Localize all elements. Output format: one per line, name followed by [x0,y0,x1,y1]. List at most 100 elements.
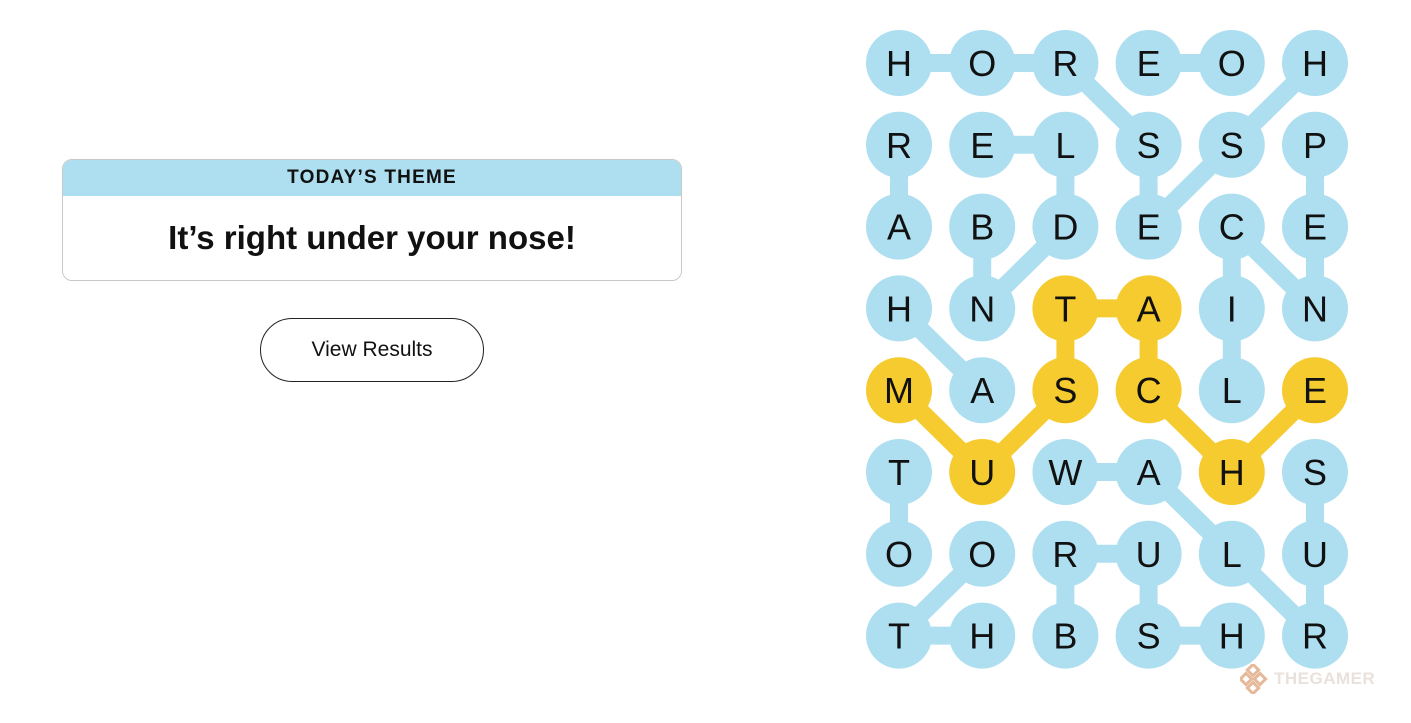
letter-cell[interactable]: N [1282,275,1348,342]
letter-cell[interactable]: H [866,275,932,342]
letter-cell[interactable]: A [1115,439,1182,505]
letter-cell-text: H [1219,452,1245,493]
letter-cell-text: O [968,534,996,575]
letter-cell[interactable]: C [1198,193,1265,260]
letter-cell[interactable]: M [866,357,932,424]
letter-cell-text: E [970,125,994,166]
letter-cell[interactable]: R [1032,30,1099,96]
letter-cell-text: P [1303,125,1327,166]
letter-cell[interactable]: S [1115,111,1182,178]
letter-cell-text: M [884,370,914,411]
letter-cell-text: H [886,43,912,84]
letter-cell-text: A [887,207,911,248]
letter-cell-text: E [1137,43,1161,84]
word-board: H O R E O HR E L S S PA B D E C EH N T A I NM A S C L ET U W A H SO O R U… [866,30,1348,669]
letter-cell[interactable]: U [949,439,1016,505]
letter-cell[interactable]: A [1115,275,1182,342]
letter-cell[interactable]: B [949,193,1016,260]
letter-cell-text: R [1052,43,1078,84]
letter-cell-text: S [1137,125,1161,166]
letter-cell[interactable]: L [1032,111,1099,178]
letter-cell[interactable]: H [1198,602,1265,669]
letter-cell-text: W [1048,452,1082,493]
letter-cell[interactable]: A [949,357,1016,424]
letter-cell[interactable]: N [949,275,1016,342]
letter-cell-text: U [1302,534,1328,575]
letter-cell-text: L [1222,370,1242,411]
letter-cell-text: A [1137,452,1161,493]
letter-cell-text: N [1302,288,1328,329]
letter-cell[interactable]: I [1198,275,1265,342]
letter-cell-text: L [1055,125,1075,166]
letter-cell[interactable]: D [1032,193,1099,260]
letter-cell-text: R [1302,616,1328,657]
letter-cell-text: N [969,288,995,329]
letter-cell[interactable]: E [1115,193,1182,260]
letter-cell-text: O [1218,43,1246,84]
letter-cell-text: E [1303,207,1327,248]
thegamer-logo-icon [1240,664,1268,694]
letter-cell-text: U [969,452,995,493]
letter-cell[interactable]: R [1282,602,1348,669]
letter-cell-text: H [886,288,912,329]
watermark: THEGAMER [1240,664,1375,694]
letter-cell[interactable]: W [1032,439,1099,505]
letter-cell[interactable]: O [949,30,1016,96]
letter-cell-text: B [1053,616,1077,657]
letter-cell-text: C [1136,370,1162,411]
letter-cell-text: B [970,207,994,248]
letter-cell[interactable]: S [1032,357,1099,424]
letter-cell-text: H [1219,616,1245,657]
letter-cell-text: I [1227,288,1237,329]
letter-cell[interactable]: O [949,520,1016,587]
letter-cell-text: R [1052,534,1078,575]
letter-cell-text: E [1137,207,1161,248]
letter-cell-text: R [886,125,912,166]
watermark-text: THEGAMER [1274,669,1376,688]
letter-cell-text: L [1222,534,1242,575]
letter-cell-text: T [888,452,910,493]
letter-cell-text: O [885,534,913,575]
letter-cell[interactable]: S [1282,439,1348,505]
letter-cell[interactable]: S [1115,602,1182,669]
letter-cell-text: T [888,616,910,657]
letter-cell[interactable]: E [1282,193,1348,260]
letter-cell[interactable]: U [1282,520,1348,587]
letter-cell[interactable]: L [1198,520,1265,587]
letter-cell[interactable]: A [866,193,932,260]
letter-cell[interactable]: P [1282,111,1348,178]
letter-cell-text: O [968,43,996,84]
letter-cell-text: S [1137,616,1161,657]
letter-cell[interactable]: H [949,602,1016,669]
letter-cell[interactable]: R [866,111,932,178]
letter-cell-text: S [1220,125,1244,166]
letter-cell-text: H [969,616,995,657]
letter-cell-text: D [1052,207,1078,248]
letter-cell[interactable]: O [866,520,932,587]
letter-cell-text: A [970,370,994,411]
letter-cell[interactable]: T [866,439,932,505]
letter-cell-text: S [1053,370,1077,411]
letter-cell-text: C [1219,207,1245,248]
letter-cell[interactable]: T [1032,275,1099,342]
letter-cell[interactable]: E [949,111,1016,178]
letter-cell-text: S [1303,452,1327,493]
letter-cell[interactable]: H [1282,30,1348,96]
letter-cell[interactable]: U [1115,520,1182,587]
letter-cell[interactable]: H [866,30,932,96]
letter-cell-text: U [1136,534,1162,575]
letter-cell[interactable]: E [1282,357,1348,424]
letter-cell[interactable]: S [1198,111,1265,178]
letter-cell[interactable]: R [1032,520,1099,587]
letter-cell[interactable]: O [1198,30,1265,96]
letter-cell[interactable]: C [1115,357,1182,424]
letter-cell[interactable]: H [1198,439,1265,505]
letter-cell[interactable]: L [1198,357,1265,424]
letter-cell[interactable]: B [1032,602,1099,669]
letter-cell-text: T [1054,288,1076,329]
letter-cell-text: H [1302,43,1328,84]
letter-cell-text: A [1137,288,1161,329]
letter-cell[interactable]: T [866,602,932,669]
letter-cell[interactable]: E [1115,30,1182,96]
letter-cell-text: E [1303,370,1327,411]
